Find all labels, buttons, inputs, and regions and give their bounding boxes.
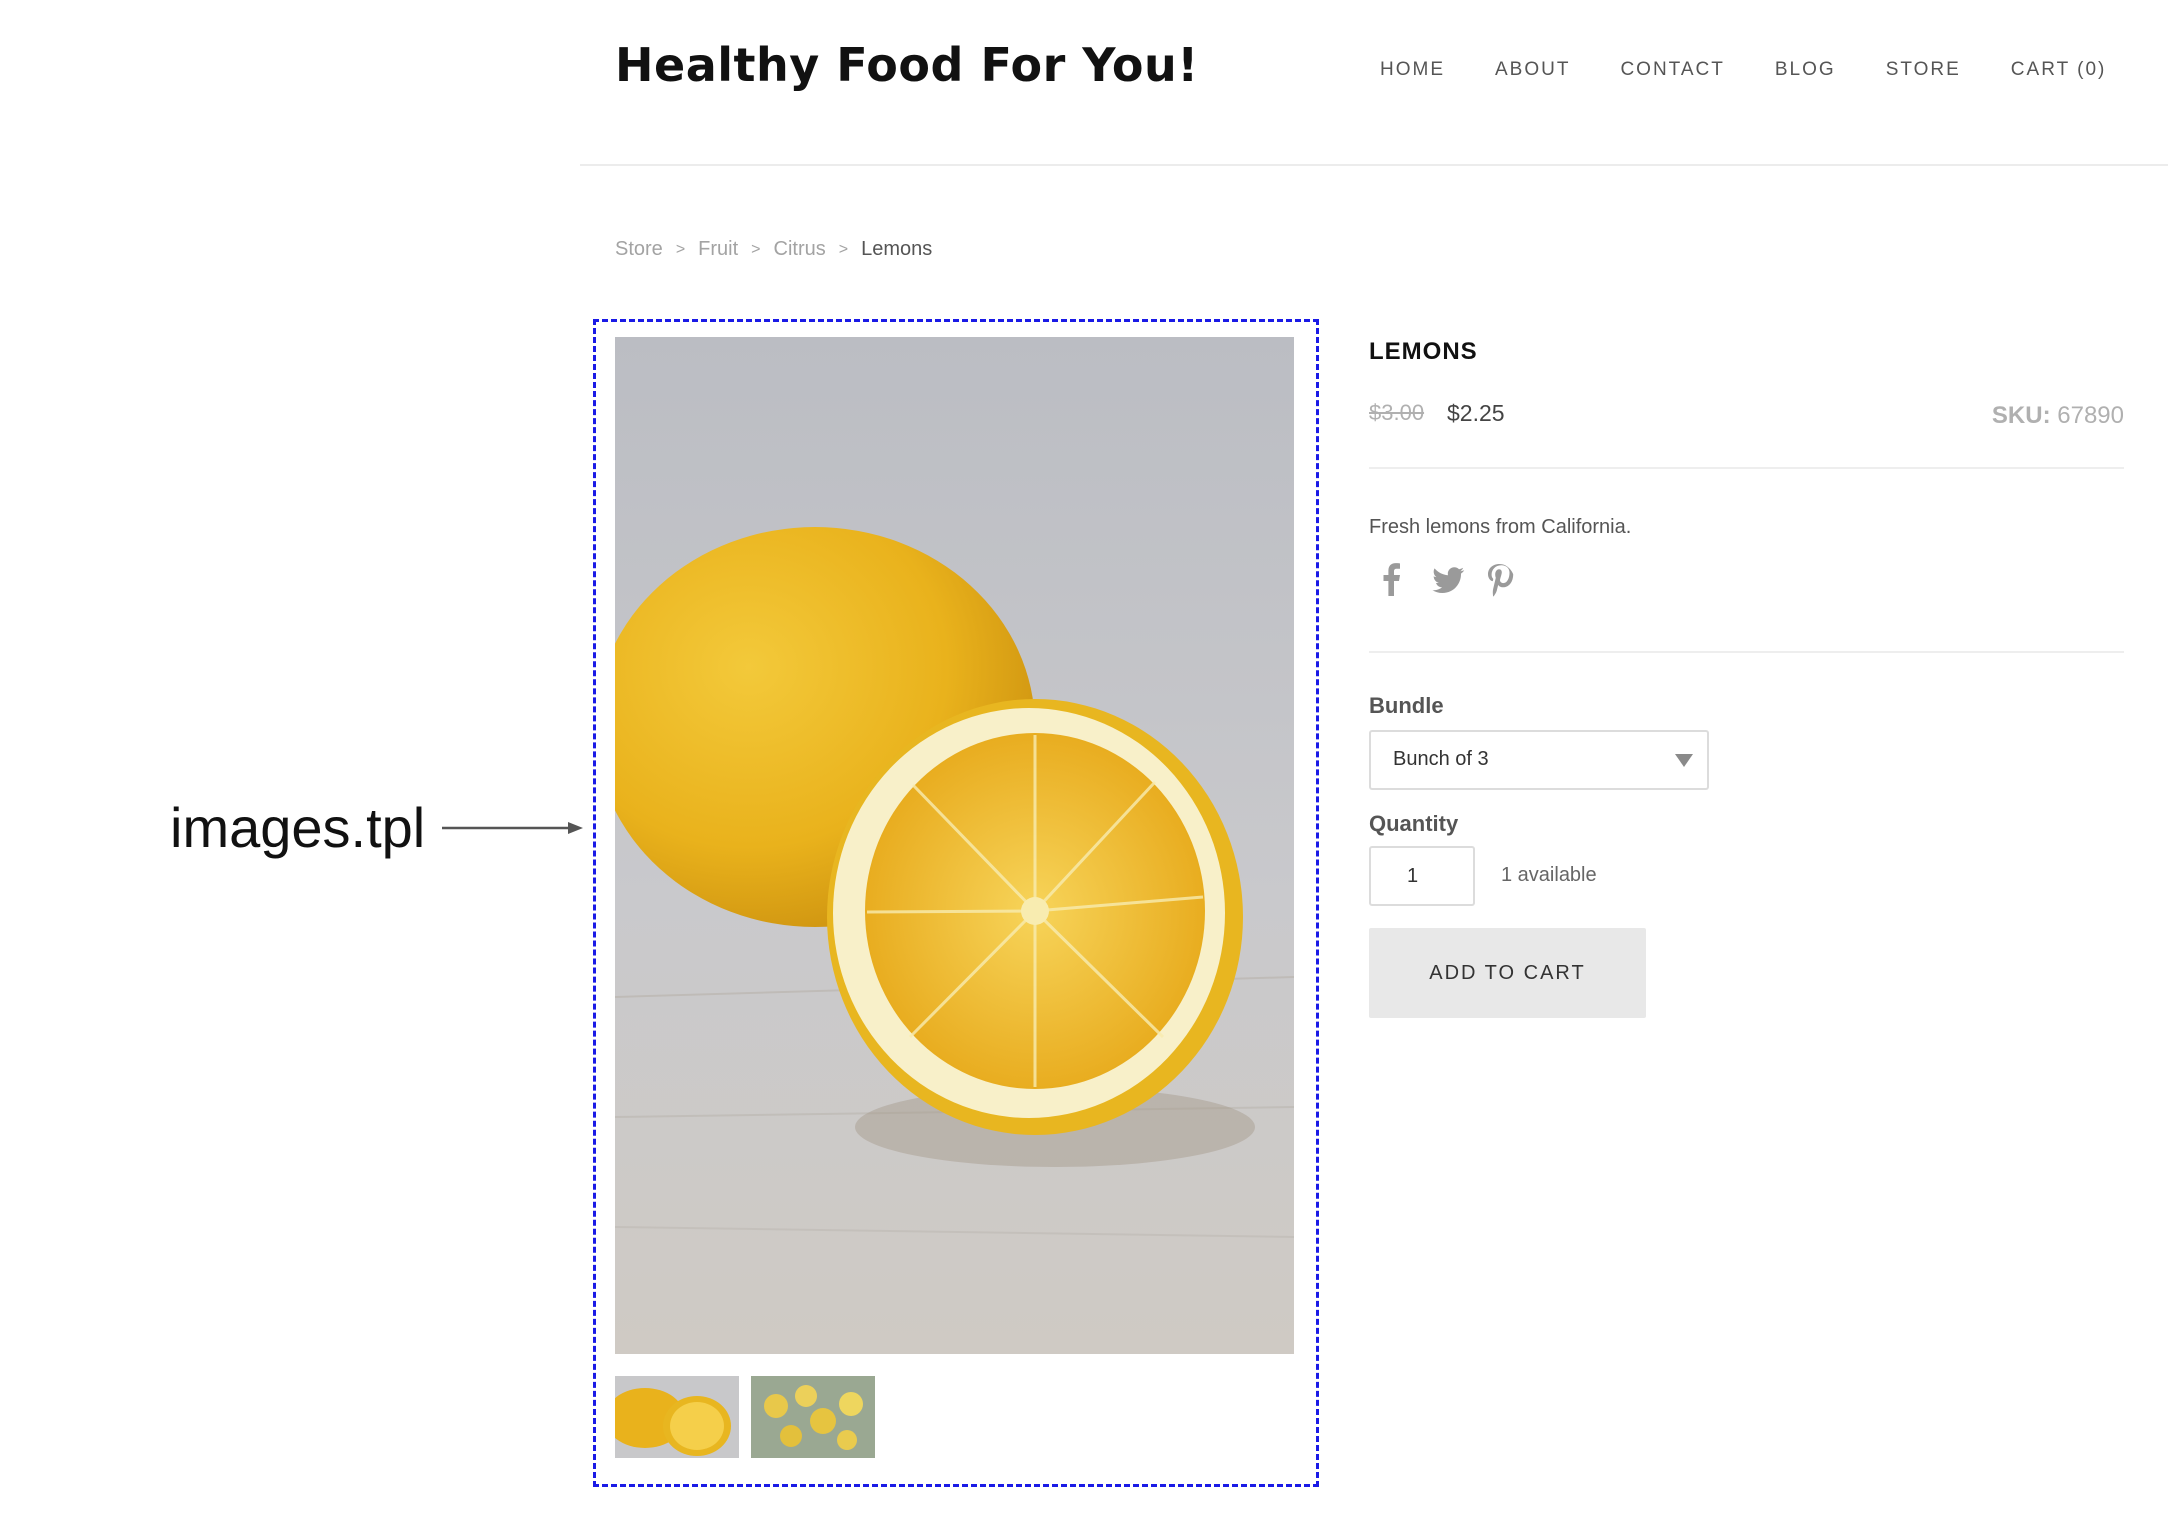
bundle-label: Bundle xyxy=(1369,693,1444,718)
product-description: Fresh lemons from California. xyxy=(1369,516,1632,538)
quantity-label: Quantity xyxy=(1369,811,1459,836)
sku-value: 67890 xyxy=(2057,402,2124,429)
price-divider xyxy=(1369,467,2124,469)
breadcrumb: Store > Fruit > Citrus > Lemons xyxy=(615,238,932,261)
breadcrumb-separator: > xyxy=(751,240,761,258)
facebook-icon[interactable] xyxy=(1376,562,1408,598)
annotation-label: images.tpl xyxy=(170,796,426,859)
lemon-photo-icon xyxy=(615,337,1294,1354)
breadcrumb-separator: > xyxy=(675,240,686,258)
quantity-input[interactable]: 1 xyxy=(1369,846,1475,906)
header-divider xyxy=(580,164,2168,166)
annotation-arrow-icon xyxy=(442,822,583,834)
breadcrumb-separator: > xyxy=(838,240,849,258)
nav-home[interactable]: HOME xyxy=(1380,56,1445,86)
nav-about[interactable]: ABOUT xyxy=(1495,56,1570,86)
sale-price: $2.25 xyxy=(1447,400,1505,426)
social-share xyxy=(1376,562,1516,598)
sku: SKU: 67890 xyxy=(1992,402,2124,430)
product-main-image[interactable] xyxy=(615,337,1294,1354)
lemon-tree-thumb-icon xyxy=(751,1376,875,1458)
breadcrumb-current: Lemons xyxy=(861,238,933,260)
site-title[interactable]: Healthy Food For You! xyxy=(615,38,1199,92)
bundle-select[interactable]: Bunch of 3 xyxy=(1369,730,1709,790)
twitter-icon[interactable] xyxy=(1430,562,1465,598)
main-nav: HOME ABOUT CONTACT BLOG STORE CART (0) xyxy=(1380,56,2106,86)
thumbnail-lemon-halves[interactable] xyxy=(615,1376,739,1458)
lemon-thumb-icon xyxy=(615,1376,739,1458)
breadcrumb-store[interactable]: Store xyxy=(615,238,663,261)
bundle-selected-value: Bunch of 3 xyxy=(1393,748,1489,770)
description-divider xyxy=(1369,651,2124,653)
nav-store[interactable]: STORE xyxy=(1886,56,1961,86)
original-price: $3.00 xyxy=(1369,400,1425,425)
nav-contact[interactable]: CONTACT xyxy=(1620,56,1724,86)
sku-label: SKU: xyxy=(1991,402,2051,429)
product-title: LEMONS xyxy=(1369,338,1478,365)
breadcrumb-citrus[interactable]: Citrus xyxy=(774,238,826,261)
availability-text: 1 available xyxy=(1501,864,1597,886)
thumbnail-lemon-tree[interactable] xyxy=(751,1376,875,1458)
product-page: Healthy Food For You! HOME ABOUT CONTACT… xyxy=(0,0,2168,1524)
nav-cart[interactable]: CART (0) xyxy=(2011,56,2107,86)
add-to-cart-button[interactable]: ADD TO CART xyxy=(1369,928,1646,1018)
chevron-down-icon xyxy=(1675,754,1693,767)
breadcrumb-fruit[interactable]: Fruit xyxy=(698,238,738,261)
nav-blog[interactable]: BLOG xyxy=(1775,56,1836,86)
pinterest-icon[interactable] xyxy=(1484,562,1516,598)
